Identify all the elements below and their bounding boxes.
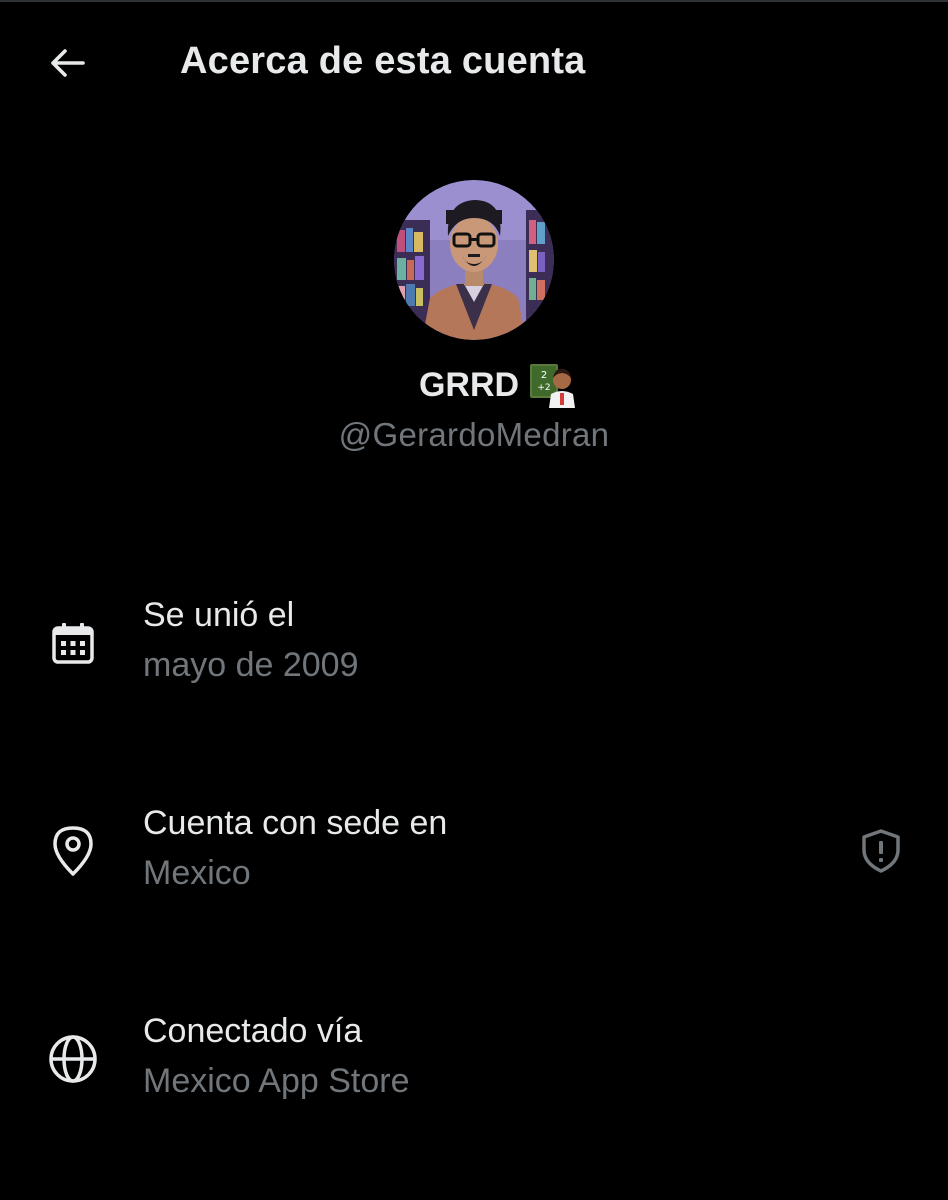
location-pin-icon [44,822,102,880]
back-button[interactable] [40,40,90,86]
svg-text:+2: +2 [537,383,550,393]
joined-value: mayo de 2009 [143,646,359,684]
location-label: Cuenta con sede en [143,804,448,842]
teacher-emoji-icon: 2 +2 [530,364,576,408]
connected-via-label: Conectado vía [143,1012,363,1050]
svg-text:2: 2 [541,370,547,381]
display-name-row: GRRD 2 +2 [0,362,948,408]
account-location-row: Cuenta con sede en Mexico [0,798,948,918]
globe-icon [44,1030,102,1088]
connected-via-value: Mexico App Store [143,1062,410,1100]
avatar-image [394,180,554,340]
shield-alert-icon[interactable] [856,826,906,876]
header-bar: Acerca de esta cuenta [0,0,948,128]
connected-via-row: Conectado vía Mexico App Store [0,1006,948,1126]
calendar-icon [44,615,102,673]
joined-label: Se unió el [143,596,295,634]
arrow-left-icon [51,49,85,77]
display-name: GRRD [418,365,520,404]
joined-date-row: Se unió el mayo de 2009 [0,590,948,710]
username-handle: @GerardoMedran [338,416,610,453]
page-title: Acerca de esta cuenta [180,40,586,82]
location-value: Mexico [143,854,251,892]
avatar[interactable] [394,180,554,340]
